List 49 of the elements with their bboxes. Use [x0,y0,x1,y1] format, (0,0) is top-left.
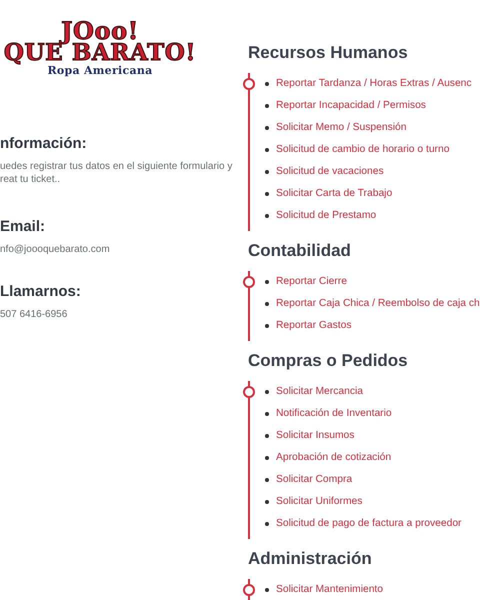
request-link[interactable]: Solicitud de cambio de horario o turno [276,143,450,157]
request-link[interactable]: Reportar Gastos [276,319,352,333]
request-link[interactable]: Aprobación de cotización [276,451,392,465]
bullet-icon [265,588,269,592]
request-link[interactable]: Solicitar Insumos [276,429,354,443]
bullet-icon [265,170,269,174]
category-heading: Recursos Humanos [248,42,409,64]
request-link[interactable]: Reportar Incapacidad / Permisos [276,99,426,113]
request-link[interactable]: Solicitar Memo / Suspensión [276,121,406,135]
request-link[interactable]: Reportar Tardanza / Horas Extras / Ausenc [276,77,472,91]
request-link[interactable]: Reportar Cierre [276,275,347,289]
bullet-icon [265,280,269,284]
request-link[interactable]: Reportar Caja Chica / Reembolso de caja ch [276,297,480,311]
contact-heading: Email: [0,217,46,237]
category-heading: Compras o Pedidos [248,350,409,372]
bullet-icon [265,390,269,394]
bullet-icon [265,456,269,460]
request-link[interactable]: Solicitar Carta de Trabajo [276,187,392,201]
bullet-icon [265,214,269,218]
contact-heading: nformación: [0,134,88,154]
logo-text: Ropa Americana [47,64,153,77]
request-link[interactable]: Solicitud de Prestamo [276,209,376,223]
category-heading: Contabilidad [248,240,352,262]
request-link[interactable]: Solicitar Mercancia [276,385,363,399]
contact-text: nfo@joooquebarato.com [0,243,110,256]
request-link[interactable]: Solicitud de pago de factura a proveedor [276,517,462,531]
contact-heading: Llamarnos: [0,282,82,302]
request-link[interactable]: Solicitar Uniformes [276,495,362,509]
bullet-icon [265,82,269,86]
request-link[interactable]: Solicitar Compra [276,473,352,487]
bullet-icon [265,478,269,482]
bullet-icon [265,434,269,438]
request-link[interactable]: Solicitar Mantenimiento [276,583,384,597]
bullet-icon [265,412,269,416]
bullet-icon [265,104,269,108]
contact-text: reat tu ticket.. [0,173,60,186]
contact-text: uedes registrar tus datos en el siguiente formulario y [0,160,232,173]
bullet-icon [265,302,269,306]
request-link[interactable]: Notificación de Inventario [276,407,392,421]
bullet-icon [265,324,269,328]
contact-text: 507 6416-6956 [0,308,68,321]
bullet-icon [265,522,269,526]
bullet-icon [265,148,269,152]
bullet-icon [265,126,269,130]
bullet-icon [265,192,269,196]
category-heading: Administración [248,548,373,570]
request-link[interactable]: Solicitud de vacaciones [276,165,384,179]
logo-text: JOoo! [61,20,139,42]
bullet-icon [265,500,269,504]
